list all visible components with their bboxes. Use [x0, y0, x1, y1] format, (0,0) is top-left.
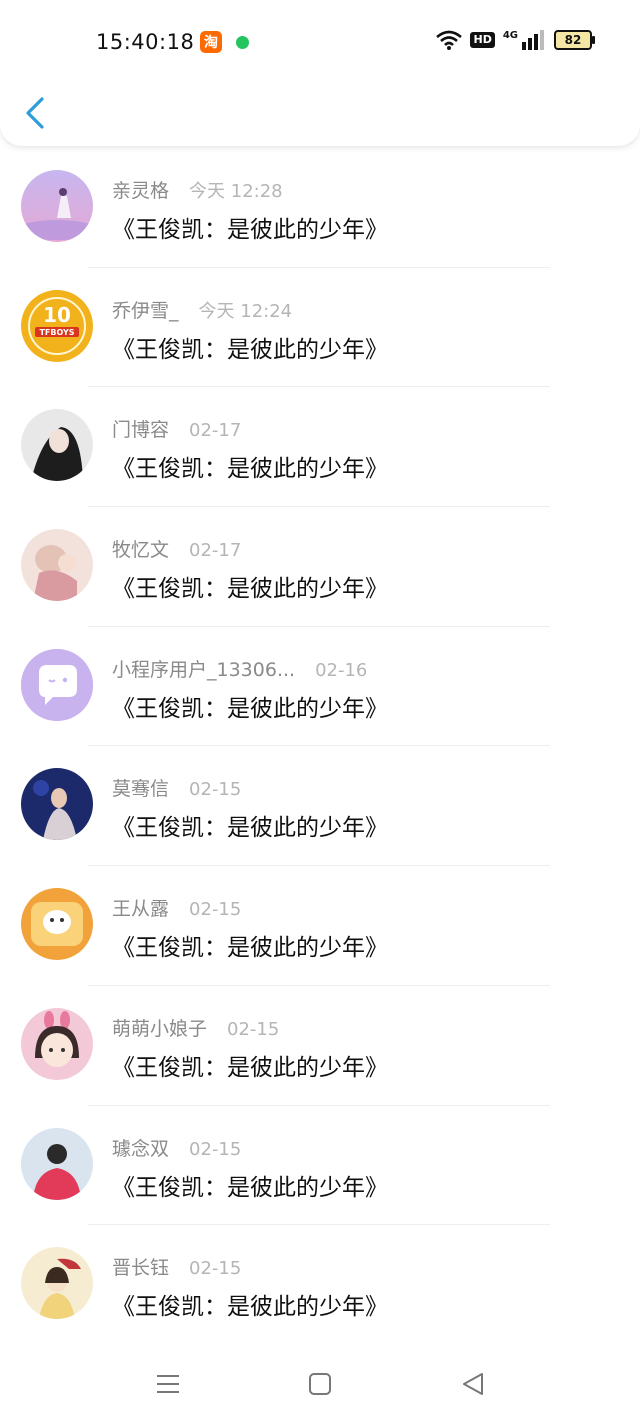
message-time: 02-15 [227, 1018, 280, 1040]
avatar[interactable] [21, 170, 93, 242]
avatar[interactable] [21, 409, 93, 482]
sender-name: 璩念双 [112, 1137, 170, 1160]
top-header: 15:40:18 淘 HD 4G 82 [0, 0, 640, 146]
message-list: 亲灵格 今天 12:28 《王俊凯：是彼此的少年》 10 TFBOYS 乔伊雪_… [0, 148, 640, 1345]
message-time: 02-15 [189, 899, 242, 921]
message-text: 《王俊凯：是彼此的少年》 [112, 336, 388, 363]
message-text: 《王俊凯：是彼此的少年》 [112, 456, 388, 483]
home-square-icon[interactable] [305, 1369, 335, 1399]
message-text: 《王俊凯：是彼此的少年》 [112, 1054, 388, 1081]
status-icons: HD 4G 82 [436, 29, 595, 50]
message-row[interactable]: 10 TFBOYS 乔伊雪_ 今天 12:24 《王俊凯：是彼此的少年》 [0, 268, 640, 388]
avatar-image [21, 1127, 93, 1200]
system-nav-bar [0, 1343, 640, 1423]
message-time: 02-15 [189, 1258, 242, 1280]
wifi-icon [436, 30, 463, 50]
avatar[interactable] [21, 888, 93, 961]
message-time: 今天 12:24 [198, 300, 293, 322]
message-time: 02-15 [189, 1138, 242, 1160]
message-time: 02-17 [189, 420, 242, 442]
sender-name: 小程序用户_13306... [112, 658, 296, 681]
message-text: 《王俊凯：是彼此的少年》 [112, 576, 388, 603]
avatar-image [21, 1007, 93, 1080]
battery-level: 82 [564, 33, 582, 47]
message-text: 《王俊凯：是彼此的少年》 [112, 1174, 388, 1201]
signal-bars-icon [522, 30, 544, 50]
sender-name: 亲灵格 [112, 180, 170, 202]
message-row[interactable]: 牧忆文 02-17 《王俊凯：是彼此的少年》 [0, 507, 640, 627]
message-time: 02-17 [189, 540, 242, 562]
sender-name: 萌萌小娘子 [112, 1017, 208, 1040]
message-text: 《王俊凯：是彼此的少年》 [112, 695, 388, 722]
avatar-image [21, 170, 93, 242]
sender-name: 乔伊雪_ [112, 299, 179, 322]
sender-name: 晋长钰 [112, 1257, 170, 1280]
message-row[interactable]: 莫骞信 02-15 《王俊凯：是彼此的少年》 [0, 746, 640, 867]
sender-name: 莫骞信 [112, 778, 170, 801]
message-time: 今天 12:28 [189, 181, 283, 202]
menu-icon[interactable] [153, 1369, 183, 1399]
message-row[interactable]: 亲灵格 今天 12:28 《王俊凯：是彼此的少年》 [0, 148, 640, 268]
message-row[interactable]: 小程序用户_13306... 02-16 《王俊凯：是彼此的少年》 [0, 627, 640, 747]
hd-badge: HD [470, 32, 495, 48]
message-text: 《王俊凯：是彼此的少年》 [112, 815, 388, 842]
status-time: 15:40:18 [96, 30, 195, 54]
message-time: 02-16 [315, 659, 368, 681]
avatar-image: 10 TFBOYS [23, 291, 91, 360]
avatar[interactable]: 10 TFBOYS [21, 289, 93, 362]
message-text: 《王俊凯：是彼此的少年》 [112, 217, 388, 243]
avatar-logo-text: TFBOYS [39, 328, 74, 337]
avatar[interactable] [21, 1247, 93, 1320]
svg-text:10: 10 [43, 303, 71, 327]
sender-name: 王从露 [112, 898, 170, 921]
avatar-image [21, 768, 93, 841]
avatar-image [21, 888, 93, 961]
taobao-app-icon: 淘 [200, 31, 222, 53]
message-text: 《王俊凯：是彼此的少年》 [112, 935, 388, 962]
message-time: 02-15 [189, 779, 242, 801]
message-row[interactable]: 晋长钰 02-15 《王俊凯：是彼此的少年》 [0, 1225, 640, 1345]
avatar-image [21, 409, 93, 482]
chat-bubble-icon [21, 648, 93, 721]
avatar[interactable] [21, 1127, 93, 1200]
message-row[interactable]: 门博容 02-17 《王俊凯：是彼此的少年》 [0, 387, 640, 508]
message-row[interactable]: 萌萌小娘子 02-15 《王俊凯：是彼此的少年》 [0, 986, 640, 1106]
avatar[interactable] [21, 648, 93, 721]
message-row[interactable]: 璩念双 02-15 《王俊凯：是彼此的少年》 [0, 1106, 640, 1226]
message-row[interactable]: 王从露 02-15 《王俊凯：是彼此的少年》 [0, 866, 640, 986]
back-chevron-icon[interactable] [22, 96, 50, 130]
avatar-image [21, 529, 93, 602]
avatar[interactable] [21, 1007, 93, 1080]
avatar[interactable] [21, 529, 93, 602]
avatar-image [21, 1247, 93, 1320]
back-triangle-icon[interactable] [458, 1369, 488, 1399]
avatar[interactable] [21, 768, 93, 841]
sender-name: 门博容 [112, 419, 170, 442]
battery-indicator: 82 [554, 30, 595, 50]
message-app-icon [236, 36, 249, 49]
sender-name: 牧忆文 [112, 539, 170, 562]
message-text: 《王俊凯：是彼此的少年》 [112, 1294, 388, 1321]
network-type-label: 4G [502, 29, 518, 41]
